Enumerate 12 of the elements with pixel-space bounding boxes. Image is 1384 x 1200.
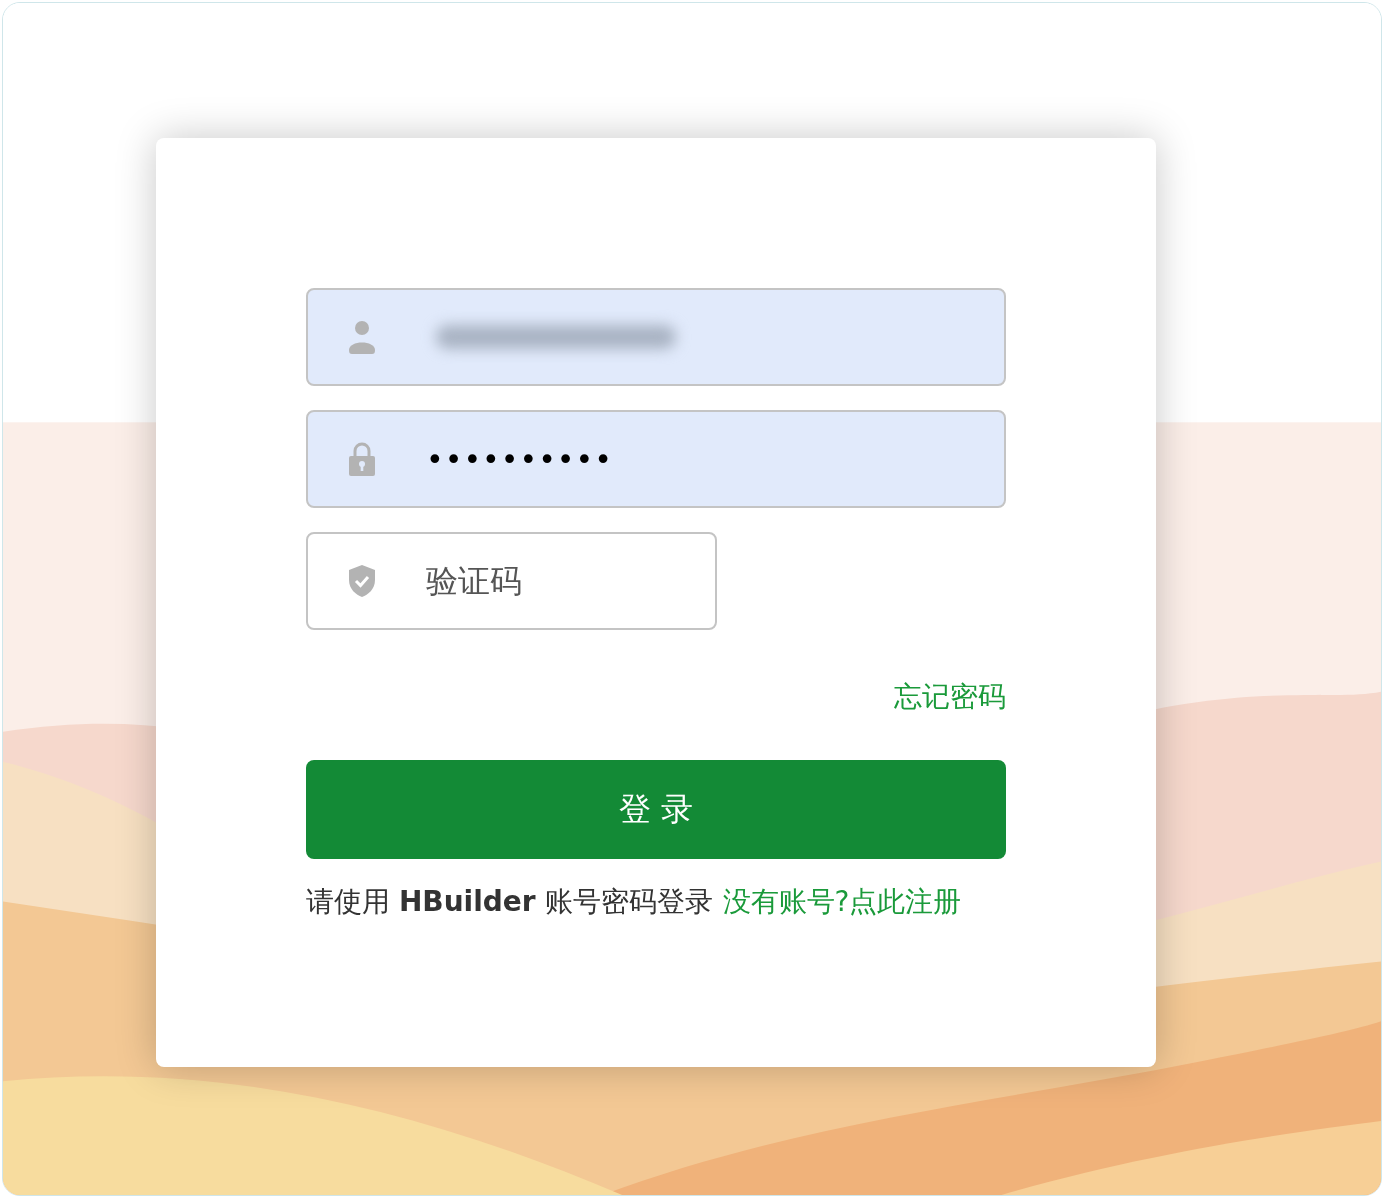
user-icon [348, 320, 376, 354]
login-hint: 请使用 HBuilder 账号密码登录 [306, 884, 713, 920]
login-button[interactable]: 登 录 [306, 760, 1006, 859]
forgot-password-link[interactable]: 忘记密码 [894, 678, 1006, 716]
password-field[interactable]: •••••••••• [306, 410, 1006, 508]
password-value: •••••••••• [426, 441, 613, 477]
lock-icon [348, 442, 376, 476]
register-link[interactable]: 没有账号?点此注册 [722, 883, 962, 921]
captcha-field[interactable]: 验证码 [306, 532, 717, 630]
shield-check-icon [348, 564, 376, 598]
captcha-input[interactable]: 验证码 [426, 562, 666, 600]
username-field[interactable] [306, 288, 1006, 386]
